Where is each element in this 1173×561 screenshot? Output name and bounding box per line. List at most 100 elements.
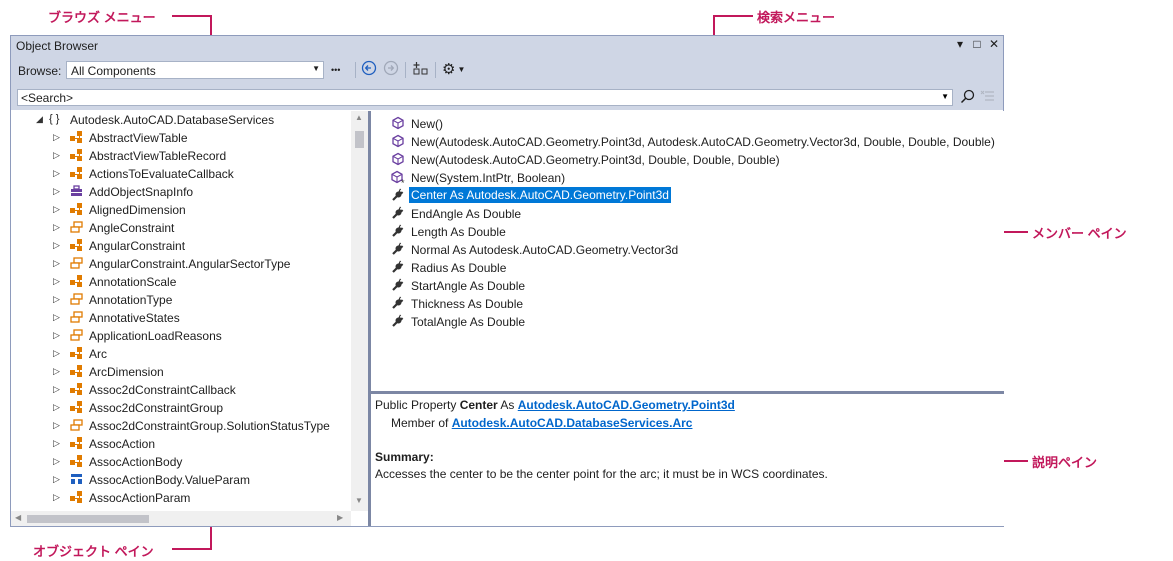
collapsed-icon[interactable]: ▷ — [53, 168, 60, 179]
class-link[interactable]: Arc — [672, 416, 692, 430]
struct-icon — [69, 472, 85, 489]
collapsed-icon[interactable]: ▷ — [53, 438, 60, 449]
collapsed-icon[interactable]: ▷ — [53, 204, 60, 215]
type-link[interactable]: Autodesk.AutoCAD.Geometry.Point3d — [518, 398, 735, 412]
tree-item-label: AngularConstraint — [89, 239, 186, 253]
more-button[interactable]: ••• — [331, 65, 340, 75]
tree-item[interactable]: ▷ Arc — [11, 345, 351, 363]
tree-item[interactable]: ▷ AnnotativeStates — [11, 309, 351, 327]
scroll-left-icon[interactable]: ◀ — [15, 513, 21, 522]
scrollbar-thumb[interactable] — [27, 515, 149, 523]
scroll-right-icon[interactable]: ▶ — [337, 513, 343, 522]
collapsed-icon[interactable]: ▷ — [53, 348, 60, 359]
class-icon — [69, 274, 85, 291]
search-button[interactable] — [960, 89, 975, 107]
member-item[interactable]: New(Autodesk.AutoCAD.Geometry.Point3d, A… — [371, 133, 1004, 151]
enum-icon — [69, 310, 85, 327]
search-icon — [960, 89, 975, 104]
tree-item-label: Assoc2dConstraintGroup — [89, 401, 224, 415]
collapsed-icon[interactable]: ▷ — [53, 276, 60, 287]
tree-item[interactable]: ▷ AngularConstraint — [11, 237, 351, 255]
tree-item[interactable]: ▷ Assoc2dConstraintGroup.SolutionStatusTy… — [11, 417, 351, 435]
member-item[interactable]: New(Autodesk.AutoCAD.Geometry.Point3d, D… — [371, 151, 1004, 169]
toolbar-separator — [435, 62, 436, 78]
scroll-down-icon[interactable]: ▼ — [355, 496, 363, 505]
member-item[interactable]: Length As Double — [371, 223, 1004, 241]
collapsed-icon[interactable]: ▷ — [53, 294, 60, 305]
tree-item[interactable]: ▷ Assoc2dConstraintCallback — [11, 381, 351, 399]
tree-item[interactable]: ▷ ArcDimension — [11, 363, 351, 381]
tree-item[interactable]: ▷ AlignedDimension — [11, 201, 351, 219]
tree-item[interactable]: ▷ AddObjectSnapInfo — [11, 183, 351, 201]
object-pane-horizontal-scrollbar[interactable]: ◀ ▶ — [11, 511, 351, 526]
tree-item[interactable]: ▷ AbstractViewTableRecord — [11, 147, 351, 165]
scrollbar-thumb[interactable] — [355, 131, 364, 148]
collapsed-icon[interactable]: ▷ — [53, 420, 60, 431]
member-item[interactable]: Thickness As Double — [371, 295, 1004, 313]
object-pane-vertical-scrollbar[interactable]: ▲ ▼ — [351, 111, 368, 511]
back-icon — [361, 60, 377, 76]
enum-icon — [69, 418, 85, 435]
property-icon — [391, 314, 405, 331]
member-item-label: EndAngle As Double — [411, 207, 522, 221]
tree-item-label: ApplicationLoadReasons — [89, 329, 222, 343]
object-pane: ◢ { } Autodesk.AutoCAD.DatabaseServices … — [11, 111, 371, 526]
collapsed-icon[interactable]: ▷ — [53, 240, 60, 251]
tree-item[interactable]: ▷ ActionsToEvaluateCallback — [11, 165, 351, 183]
namespace-link[interactable]: Autodesk.AutoCAD.DatabaseServices — [452, 416, 669, 430]
collapsed-icon[interactable]: ▷ — [53, 384, 60, 395]
collapsed-icon[interactable]: ▷ — [53, 330, 60, 341]
clear-search-button[interactable] — [980, 89, 996, 107]
collapsed-icon[interactable]: ▷ — [53, 456, 60, 467]
collapsed-icon[interactable]: ▷ — [53, 474, 60, 485]
tree-item[interactable]: ▷ AssocActionBody.ValueParam — [11, 471, 351, 489]
tree-item-label: Arc — [89, 347, 107, 361]
tree-item[interactable]: ▷ Assoc2dConstraintGroup — [11, 399, 351, 417]
collapsed-icon[interactable]: ▷ — [53, 402, 60, 413]
settings-button[interactable]: ⚙ ▼ — [442, 60, 465, 78]
member-item[interactable]: Radius As Double — [371, 259, 1004, 277]
tree-item[interactable]: ▷ AssocActionBody — [11, 453, 351, 471]
collapsed-icon[interactable]: ▷ — [53, 258, 60, 269]
tree-root[interactable]: ◢ { } Autodesk.AutoCAD.DatabaseServices — [11, 111, 351, 129]
collapsed-icon[interactable]: ▷ — [53, 222, 60, 233]
scroll-up-icon[interactable]: ▲ — [355, 113, 363, 122]
tree-item[interactable]: ▷ AnnotationScale — [11, 273, 351, 291]
member-item[interactable]: TotalAngle As Double — [371, 313, 1004, 331]
chevron-down-icon: ▼ — [457, 65, 466, 74]
member-item-label: Radius As Double — [411, 261, 507, 275]
add-reference-button[interactable] — [412, 61, 430, 80]
summary-label: Summary: — [375, 450, 434, 464]
back-button[interactable] — [361, 60, 377, 79]
chevron-down-icon: ▼ — [941, 92, 949, 101]
collapsed-icon[interactable]: ▷ — [53, 492, 60, 503]
browse-dropdown[interactable]: All Components ▼ — [66, 61, 324, 79]
member-item[interactable]: Center As Autodesk.AutoCAD.Geometry.Poin… — [371, 187, 1004, 205]
member-item[interactable]: EndAngle As Double — [371, 205, 1004, 223]
dropdown-icon[interactable]: ▾ — [953, 37, 967, 51]
tree-item[interactable]: ▷ AngularConstraint.AngularSectorType — [11, 255, 351, 273]
tree-item[interactable]: ▷ AbstractViewTable — [11, 129, 351, 147]
forward-button[interactable] — [383, 60, 399, 79]
close-icon[interactable]: ✕ — [987, 37, 1001, 51]
tree-item[interactable]: ▷ AngleConstraint — [11, 219, 351, 237]
tree-item[interactable]: ▷ ApplicationLoadReasons — [11, 327, 351, 345]
member-item[interactable]: Normal As Autodesk.AutoCAD.Geometry.Vect… — [371, 241, 1004, 259]
expanded-icon[interactable]: ◢ — [36, 114, 43, 125]
collapsed-icon[interactable]: ▷ — [53, 186, 60, 197]
tree-item-label: AnnotationType — [89, 293, 173, 307]
description-as: As — [497, 398, 518, 412]
member-item[interactable]: New() — [371, 115, 1004, 133]
member-item[interactable]: * New(System.IntPtr, Boolean) — [371, 169, 1004, 188]
tree-item[interactable]: ▷ AssocAction — [11, 435, 351, 453]
collapsed-icon[interactable]: ▷ — [53, 312, 60, 323]
maximize-icon[interactable]: □ — [970, 37, 984, 51]
member-item-label: Center As Autodesk.AutoCAD.Geometry.Poin… — [409, 187, 671, 203]
collapsed-icon[interactable]: ▷ — [53, 366, 60, 377]
collapsed-icon[interactable]: ▷ — [53, 132, 60, 143]
tree-item[interactable]: ▷ AnnotationType — [11, 291, 351, 309]
collapsed-icon[interactable]: ▷ — [53, 150, 60, 161]
tree-item[interactable]: ▷ AssocActionParam — [11, 489, 351, 507]
search-input[interactable]: <Search> ▼ — [17, 89, 953, 106]
member-item[interactable]: StartAngle As Double — [371, 277, 1004, 295]
